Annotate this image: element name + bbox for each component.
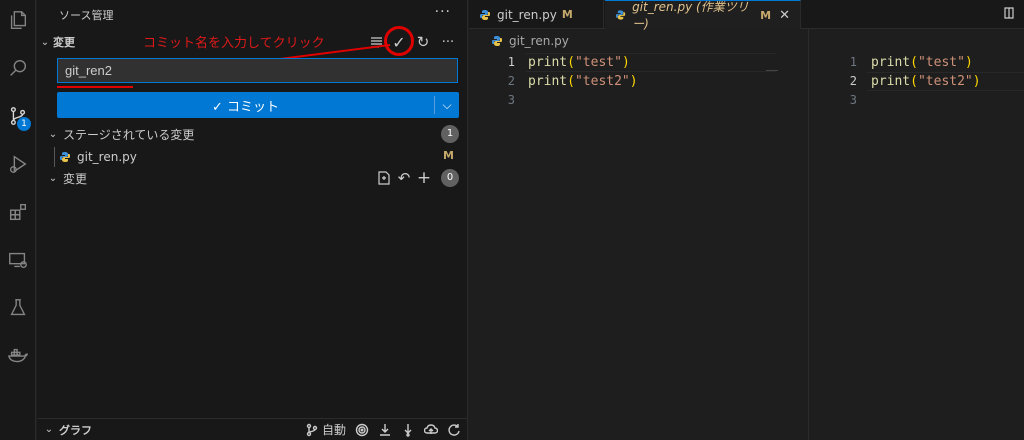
source-control-sidebar: ソース管理 ··· ⌄ 変更 コミット名を入力してクリック ✓ ↻ ··· gi… <box>37 0 468 440</box>
pull-icon[interactable] <box>401 423 415 437</box>
changes-section-label: 変更 <box>53 36 75 49</box>
commit-button[interactable]: ✓ コミット ⌵ <box>57 92 459 118</box>
line-number: 2 <box>849 74 857 88</box>
stage-all-icon[interactable]: + <box>416 168 432 188</box>
staged-file-name: git_ren.py <box>77 150 137 164</box>
source-control-icon[interactable]: 1 <box>0 98 36 134</box>
branch-icon <box>306 423 318 436</box>
scrollbar-marker <box>766 70 778 71</box>
tab-label: git_ren.py (作業ツリー) <box>632 0 749 31</box>
unstaged-count-badge: 0 <box>441 169 459 187</box>
refresh-icon[interactable]: ↻ <box>414 32 432 52</box>
tab-label: git_ren.py <box>497 7 557 22</box>
push-icon[interactable] <box>424 423 438 437</box>
line-number: 1 <box>507 55 515 69</box>
breadcrumb[interactable]: git_ren.py <box>491 34 569 48</box>
tab-modified-mark: M <box>561 8 573 21</box>
commit-message-input[interactable]: git_ren2 <box>57 58 458 83</box>
python-file-icon <box>60 152 70 162</box>
target-icon[interactable] <box>355 423 369 437</box>
testing-icon[interactable] <box>0 290 36 326</box>
remote-explorer-icon[interactable] <box>0 242 36 278</box>
more-icon[interactable]: ··· <box>437 32 459 52</box>
unstaged-changes-label: 変更 <box>63 171 88 186</box>
staged-changes-label: ステージされている変更 <box>63 127 195 142</box>
chevron-down-icon: ⌄ <box>44 424 54 435</box>
branch-auto-button[interactable]: 自動 <box>305 421 346 438</box>
fetch-icon[interactable] <box>378 423 392 437</box>
code-line: print("test") <box>528 55 630 70</box>
annotation-underline <box>57 86 133 88</box>
staged-changes-header[interactable]: ⌄ ステージされている変更 <box>37 124 467 144</box>
graph-section-label: グラフ <box>59 423 92 437</box>
diff-editor: git_ren.py M git_ren.py (作業ツリー) M ✕ git_… <box>469 0 1024 440</box>
line-number: 3 <box>507 93 515 107</box>
tab-git-ren-working-tree[interactable]: git_ren.py (作業ツリー) M ✕ <box>605 0 801 31</box>
explorer-icon[interactable] <box>0 2 36 38</box>
python-file-icon <box>480 9 490 20</box>
chevron-down-icon: ⌄ <box>48 172 58 184</box>
commit-dropdown-icon[interactable]: ⌵ <box>435 98 459 113</box>
right-diff-pane[interactable]: 1 print("test") 2 print("test2") 3 <box>809 52 1024 440</box>
code-line: print("test") <box>871 55 973 70</box>
breadcrumb-file: git_ren.py <box>509 34 569 48</box>
extensions-icon[interactable] <box>0 194 36 230</box>
staged-file-row[interactable]: git_ren.py M <box>37 146 467 168</box>
graph-toolbar: 自動 <box>305 421 461 438</box>
graph-section-header[interactable]: ⌄ グラフ 自動 <box>37 418 467 440</box>
docker-icon[interactable] <box>0 338 36 374</box>
more-actions-button[interactable]: ··· <box>435 4 451 20</box>
tab-modified-mark: M <box>760 8 772 22</box>
line-number: 1 <box>849 55 857 69</box>
code-line: print("test2") <box>871 74 981 89</box>
open-file-icon[interactable] <box>376 168 392 188</box>
file-status-badge: M <box>443 149 454 162</box>
run-debug-icon[interactable] <box>0 146 36 182</box>
commit-button-label[interactable]: ✓ コミット <box>57 96 434 115</box>
line-number: 2 <box>507 74 515 88</box>
refresh-icon[interactable] <box>447 423 461 437</box>
python-file-icon <box>492 36 502 46</box>
scm-count-badge: 1 <box>17 117 31 131</box>
auto-label: 自動 <box>321 423 346 437</box>
chevron-down-icon: ⌄ <box>40 36 50 48</box>
code-line: print("test2") <box>528 74 638 89</box>
sidebar-title: ソース管理 <box>59 9 114 22</box>
activity-bar: 1 <box>0 0 36 440</box>
search-icon[interactable] <box>0 50 36 86</box>
open-changes-icon[interactable] <box>1002 6 1016 20</box>
tab-git-ren[interactable]: git_ren.py M <box>469 0 604 29</box>
python-file-icon <box>615 10 626 20</box>
chevron-down-icon: ⌄ <box>48 128 58 140</box>
discard-changes-icon[interactable]: ↶ <box>396 168 412 188</box>
tab-bar: git_ren.py M git_ren.py (作業ツリー) M ✕ <box>469 0 1024 31</box>
left-diff-pane[interactable]: 1 print("test") 2 print("test2") 3 <box>469 52 789 440</box>
line-number: 3 <box>849 93 857 107</box>
close-icon[interactable]: ✕ <box>779 8 790 23</box>
staged-count-badge: 1 <box>441 125 459 143</box>
